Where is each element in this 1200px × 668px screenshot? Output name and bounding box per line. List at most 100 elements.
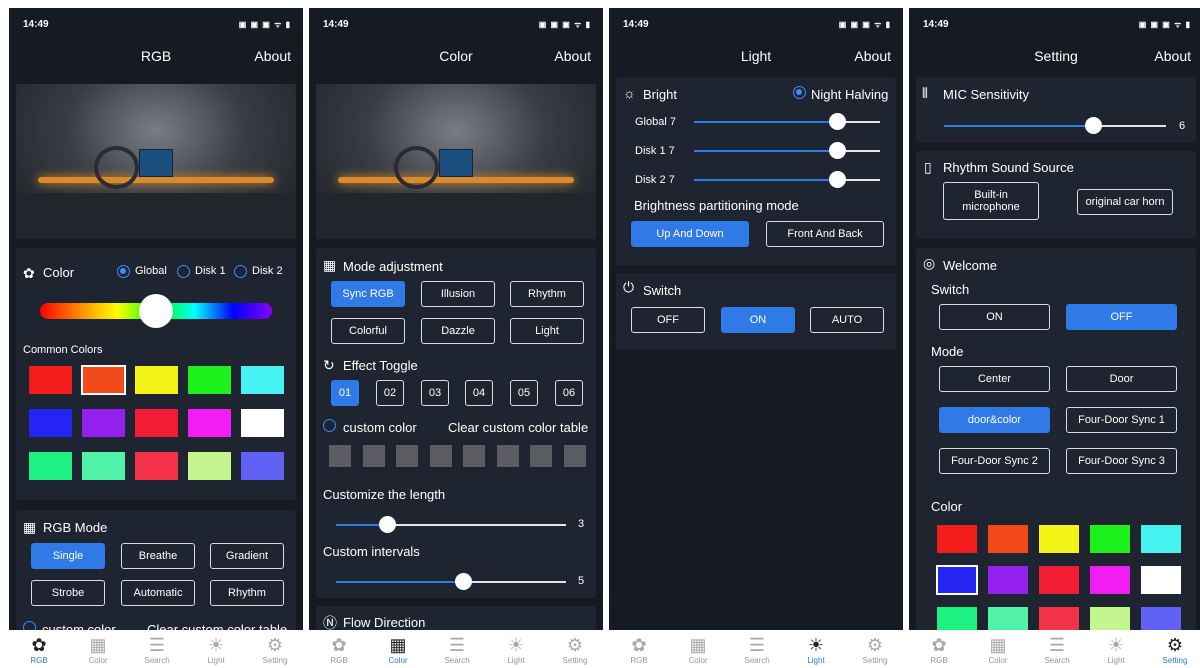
nav-setting[interactable]: ⚙ Setting <box>245 634 303 665</box>
color-swatch[interactable] <box>936 565 978 595</box>
mode-strobe-button[interactable]: Strobe <box>31 580 105 606</box>
disk2-brightness-slider[interactable] <box>694 171 880 188</box>
car-horn-button[interactable]: original car horn <box>1077 189 1173 215</box>
global-brightness-slider[interactable] <box>694 113 880 130</box>
mode-four-door-sync3-button[interactable]: Four-Door Sync 3 <box>1066 448 1177 474</box>
switch-off-button[interactable]: OFF <box>631 307 705 333</box>
nav-rgb[interactable]: ✿ RGB <box>909 634 969 665</box>
nav-rgb[interactable]: ✿ RGB <box>309 634 369 665</box>
about-link[interactable]: About <box>554 48 591 64</box>
switch-auto-button[interactable]: AUTO <box>810 307 884 333</box>
color-swatch[interactable] <box>988 566 1028 594</box>
hue-slider[interactable] <box>40 294 272 328</box>
nav-color[interactable]: ▦ Color <box>968 634 1028 665</box>
hue-slider-knob[interactable] <box>139 294 173 328</box>
night-halving-radio[interactable] <box>793 86 806 99</box>
color-swatch[interactable] <box>988 525 1028 553</box>
color-swatch[interactable] <box>241 452 284 480</box>
about-link[interactable]: About <box>854 48 891 64</box>
radio-global[interactable] <box>117 265 130 278</box>
effect-02-button[interactable]: 02 <box>376 380 404 406</box>
mode-center-button[interactable]: Center <box>939 366 1050 392</box>
slider-knob[interactable] <box>378 516 396 533</box>
color-swatch[interactable] <box>81 365 126 395</box>
custom-color-slot[interactable] <box>463 445 485 467</box>
nav-search[interactable]: ☰ Search <box>1027 634 1087 665</box>
mode-dazzle-button[interactable]: Dazzle <box>421 318 495 344</box>
color-swatch[interactable] <box>135 366 178 394</box>
nav-color[interactable]: ▦ Color <box>68 634 128 665</box>
switch-on-button[interactable]: ON <box>721 307 795 333</box>
mode-gradient-button[interactable]: Gradient <box>210 543 284 569</box>
color-swatch[interactable] <box>135 409 178 437</box>
slider-knob[interactable] <box>1084 117 1102 134</box>
nav-light[interactable]: ☀ Light <box>186 634 246 665</box>
effect-05-button[interactable]: 05 <box>510 380 538 406</box>
up-and-down-button[interactable]: Up And Down <box>631 221 749 247</box>
color-swatch[interactable] <box>1090 566 1130 594</box>
effect-04-button[interactable]: 04 <box>465 380 493 406</box>
custom-color-slot[interactable] <box>363 445 385 467</box>
slider-knob[interactable] <box>454 573 472 590</box>
mode-single-button[interactable]: Single <box>31 543 105 569</box>
nav-color[interactable]: ▦ Color <box>668 634 728 665</box>
color-swatch[interactable] <box>1141 525 1181 553</box>
mode-four-door-sync1-button[interactable]: Four-Door Sync 1 <box>1066 407 1177 433</box>
mode-sync-rgb-button[interactable]: Sync RGB <box>331 281 405 307</box>
mode-colorful-button[interactable]: Colorful <box>331 318 405 344</box>
color-swatch[interactable] <box>188 366 231 394</box>
welcome-off-button[interactable]: OFF <box>1066 304 1177 330</box>
color-swatch[interactable] <box>29 366 72 394</box>
nav-light[interactable]: ☀ Light <box>486 634 546 665</box>
color-swatch[interactable] <box>1039 525 1079 553</box>
nav-light[interactable]: ☀ Light <box>786 634 846 665</box>
effect-06-button[interactable]: 06 <box>555 380 583 406</box>
effect-01-button[interactable]: 01 <box>331 380 359 406</box>
disk1-brightness-slider[interactable] <box>694 142 880 159</box>
clear-custom-link[interactable]: Clear custom color table <box>448 420 588 435</box>
nav-rgb[interactable]: ✿ RGB <box>609 634 669 665</box>
color-swatch[interactable] <box>29 452 72 480</box>
nav-search[interactable]: ☰ Search <box>127 634 187 665</box>
color-swatch[interactable] <box>188 452 231 480</box>
welcome-on-button[interactable]: ON <box>939 304 1050 330</box>
custom-color-slot[interactable] <box>329 445 351 467</box>
nav-setting[interactable]: ⚙ Setting <box>1145 634 1200 665</box>
intervals-slider[interactable] <box>336 573 566 590</box>
custom-color-slot[interactable] <box>564 445 586 467</box>
nav-search[interactable]: ☰ Search <box>427 634 487 665</box>
mode-door-color-button[interactable]: door&color <box>939 407 1050 433</box>
front-and-back-button[interactable]: Front And Back <box>766 221 884 247</box>
color-swatch[interactable] <box>1039 566 1079 594</box>
effect-03-button[interactable]: 03 <box>421 380 449 406</box>
custom-color-slot[interactable] <box>396 445 418 467</box>
color-swatch[interactable] <box>29 409 72 437</box>
color-swatch[interactable] <box>188 409 231 437</box>
nav-light[interactable]: ☀ Light <box>1086 634 1146 665</box>
color-swatch[interactable] <box>82 409 125 437</box>
mode-rhythm-button[interactable]: Rhythm <box>210 580 284 606</box>
slider-knob[interactable] <box>829 142 847 159</box>
about-link[interactable]: About <box>254 48 291 64</box>
radio-disk1[interactable] <box>177 265 190 278</box>
mode-breathe-button[interactable]: Breathe <box>121 543 195 569</box>
mic-sensitivity-slider[interactable] <box>944 117 1166 134</box>
nav-setting[interactable]: ⚙ Setting <box>545 634 603 665</box>
mode-illusion-button[interactable]: Illusion <box>421 281 495 307</box>
mode-light-button[interactable]: Light <box>510 318 584 344</box>
color-swatch[interactable] <box>241 409 284 437</box>
nav-search[interactable]: ☰ Search <box>727 634 787 665</box>
builtin-mic-button[interactable]: Built-in microphone <box>943 182 1039 220</box>
color-swatch[interactable] <box>1141 566 1181 594</box>
nav-rgb[interactable]: ✿ RGB <box>9 634 69 665</box>
nav-color[interactable]: ▦ Color <box>368 634 428 665</box>
mode-rhythm-button[interactable]: Rhythm <box>510 281 584 307</box>
color-swatch[interactable] <box>82 452 125 480</box>
length-slider[interactable] <box>336 516 566 533</box>
slider-knob[interactable] <box>829 171 847 188</box>
mode-door-button[interactable]: Door <box>1066 366 1177 392</box>
color-swatch[interactable] <box>1090 525 1130 553</box>
custom-color-radio[interactable] <box>323 419 336 432</box>
color-swatch[interactable] <box>135 452 178 480</box>
mode-automatic-button[interactable]: Automatic <box>121 580 195 606</box>
